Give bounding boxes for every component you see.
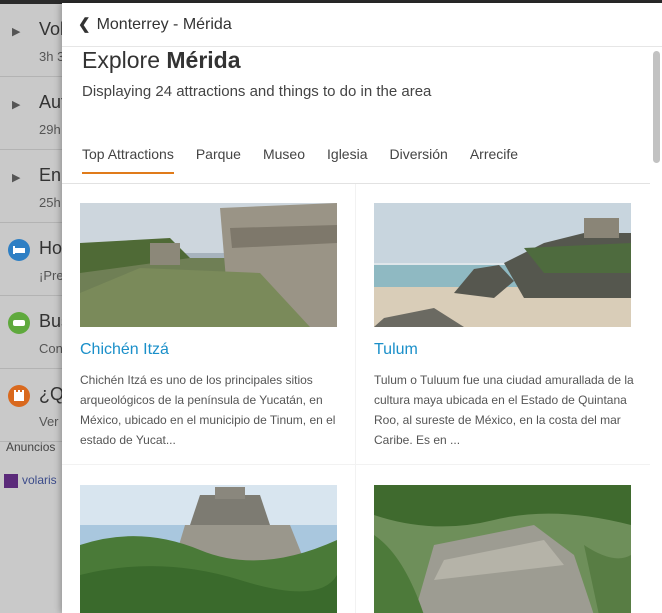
tab-iglesia[interactable]: Iglesia [327, 146, 367, 174]
modal-header: ❮ Monterrey - Mérida [62, 3, 662, 47]
tab-diversion[interactable]: Diversión [389, 146, 447, 174]
page-subtitle: Displaying 24 attractions and things to … [82, 83, 432, 100]
attraction-photo[interactable] [80, 485, 337, 613]
explore-prefix: Explore [82, 47, 160, 73]
scrollbar[interactable] [653, 51, 660, 163]
bed-icon [8, 239, 30, 261]
ads-label: Anuncios [6, 440, 56, 454]
tab-arrecife[interactable]: Arrecife [470, 146, 518, 174]
bg-row-sub: Con [39, 341, 63, 356]
play-arrow-icon: ▶ [12, 172, 21, 184]
volaris-logo-icon [4, 473, 18, 488]
attraction-photo[interactable] [374, 203, 631, 327]
bg-row-sub: 3h 3 [39, 49, 65, 64]
tab-museo[interactable]: Museo [263, 146, 305, 174]
castle-icon [8, 385, 30, 407]
category-tabs: Top Attractions Parque Museo Iglesia Div… [82, 146, 540, 174]
volaris-ad[interactable]: volaris [4, 473, 57, 488]
volaris-ad-label: volaris [22, 473, 57, 487]
back-button[interactable]: ❮ Monterrey - Mérida [78, 15, 232, 34]
tab-top-attractions[interactable]: Top Attractions [82, 146, 174, 174]
route-label: Monterrey - Mérida [96, 16, 232, 33]
attraction-photo[interactable] [80, 203, 337, 327]
explore-city: Mérida [166, 47, 241, 73]
attractions-modal: ❮ Monterrey - Mérida Explore Mérida Displ… [62, 3, 662, 613]
attraction-card[interactable]: Tulum Tulum o Tuluum fue una ciudad amur… [356, 184, 650, 464]
attraction-description: Tulum o Tuluum fue una ciudad amurallada… [374, 373, 634, 447]
page-title: Explore Mérida [82, 47, 241, 74]
bg-row-title: Vol [39, 19, 65, 39]
attraction-card[interactable] [62, 465, 355, 613]
play-arrow-icon: ▶ [12, 26, 21, 38]
attraction-card[interactable]: Chichén Itzá Chichén Itzá es uno de los … [62, 184, 355, 464]
bg-row-sub: ¡Pre [39, 268, 64, 283]
bg-row-sub: 25h [39, 195, 61, 210]
attraction-name[interactable]: Tulum [374, 341, 418, 359]
tab-parque[interactable]: Parque [196, 146, 241, 174]
chevron-left-icon: ❮ [78, 16, 91, 33]
attraction-photo[interactable] [374, 485, 631, 613]
bg-row-sub: 29h [39, 122, 61, 137]
play-arrow-icon: ▶ [12, 99, 21, 111]
attraction-description: Chichén Itzá es uno de los principales s… [80, 373, 336, 447]
bg-row-title: En [39, 165, 62, 185]
attraction-card[interactable] [356, 465, 650, 613]
bus-icon [8, 312, 30, 334]
attraction-name[interactable]: Chichén Itzá [80, 341, 169, 359]
attractions-grid: Chichén Itzá Chichén Itzá es uno de los … [62, 183, 650, 613]
bg-row-sub: Ver [39, 414, 59, 429]
